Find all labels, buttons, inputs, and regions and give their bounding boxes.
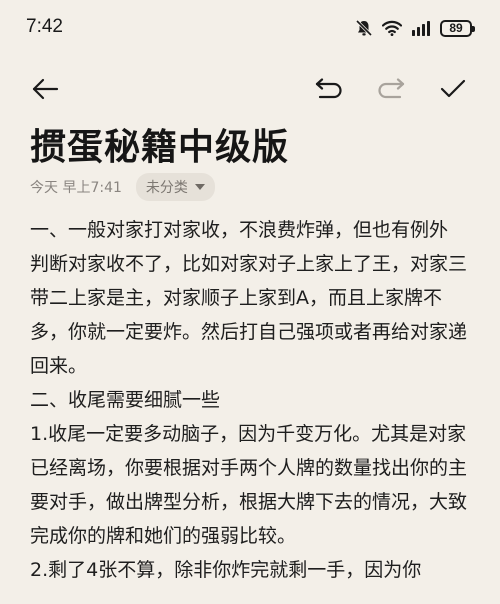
paragraph: 二、收尾需要细腻一些 bbox=[30, 389, 221, 411]
status-time: 7:42 bbox=[26, 16, 63, 37]
paragraph: 2.剩了4张不算，除非你炸完就剩一手，因为你 bbox=[30, 559, 422, 581]
category-label: 未分类 bbox=[145, 180, 188, 196]
back-arrow-icon[interactable] bbox=[30, 74, 60, 104]
category-dropdown[interactable]: 未分类 bbox=[135, 173, 215, 201]
note-date: 今天 早上7:41 bbox=[30, 180, 122, 196]
signal-icon bbox=[411, 20, 431, 36]
paragraph: 判断对家收不了，比如对家对子上家上了王，对家三带二上家是主，对家顺子上家到A，而… bbox=[30, 253, 468, 377]
note-body[interactable]: 一、一般对家打对家收，不浪费炸弹，但也有例外 判断对家收不了，比如对家对子上家上… bbox=[30, 213, 470, 587]
paragraph: 1.收尾一定要多动脑子，因为千变万化。尤其是对家已经离场，你要根据对手两个人牌的… bbox=[30, 423, 468, 547]
note-title[interactable]: 掼蛋秘籍中级版 bbox=[30, 118, 289, 170]
status-icons: 89 bbox=[355, 17, 475, 39]
battery-icon: 89 bbox=[440, 19, 475, 37]
paragraph: 一、一般对家打对家收，不浪费炸弹，但也有例外 bbox=[30, 219, 449, 241]
status-bar: 7:42 89 bbox=[0, 0, 500, 58]
bell-off-icon bbox=[355, 19, 373, 37]
chevron-down-icon bbox=[194, 184, 205, 190]
editor-toolbar bbox=[0, 66, 500, 112]
wifi-icon bbox=[382, 20, 402, 36]
undo-icon[interactable] bbox=[314, 74, 344, 104]
checkmark-icon[interactable] bbox=[438, 74, 468, 104]
note-meta: 今天 早上7:41 未分类 bbox=[30, 173, 215, 201]
redo-icon[interactable] bbox=[376, 74, 406, 104]
